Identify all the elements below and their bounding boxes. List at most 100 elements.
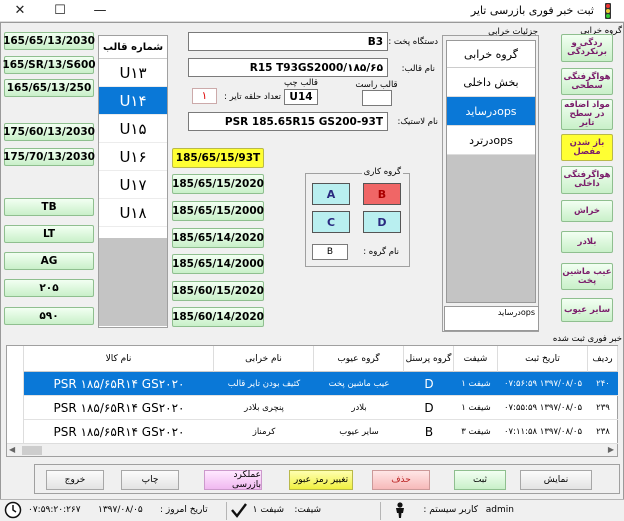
center-size-button[interactable]: 185/60/15/2020 <box>172 281 264 301</box>
size-button[interactable]: 165/SR/13/S600 <box>2 56 96 74</box>
defect-group-button[interactable]: باز شدن مفصل <box>561 134 613 161</box>
column-header[interactable]: نام خرابی <box>214 346 314 372</box>
defect-group-button[interactable]: هواگرفتگی سطحی <box>561 68 613 95</box>
table-cell: کرمناز <box>252 427 276 437</box>
defect-details-title: جزئیات خرابی <box>488 27 538 37</box>
table-row[interactable]: ۲۴۰ ۱۳۹۷/۰۸/۰۵ ۰۷:۵۶:۵۹ شیفت ۱ D عیب ماشین پ… <box>24 372 618 396</box>
scroll-left-icon[interactable]: ◀ <box>9 445 15 454</box>
center-size-button[interactable]: 185/65/14/2000 <box>172 254 264 274</box>
column-header[interactable]: گروه پرسنل <box>404 346 454 372</box>
shift-value: شیفت ۱ <box>252 505 284 515</box>
mold-list-empty-area <box>99 238 167 326</box>
table-cell: ۱۳۹۷/۰۸/۰۵ ۰۷:۵۵:۵۹ <box>503 403 583 413</box>
table-cell: D <box>424 401 434 415</box>
time-value: ۰۷:۵۹:۲۰:۲۶۷ <box>28 505 81 515</box>
exit-button[interactable]: خروج <box>46 470 104 490</box>
center-size-button[interactable]: 185/65/15/2020 <box>172 174 264 194</box>
center-size-button[interactable]: 185/65/15/2000 <box>172 201 264 221</box>
print-button[interactable]: چاپ <box>121 470 179 490</box>
mold-item[interactable]: U۱۴ <box>99 87 167 115</box>
title-bar: ثبت خبر فوری بازرسی تایر ✕ ☐ — <box>0 0 624 22</box>
device-label: دستگاه پخت : <box>388 37 438 47</box>
mold-name-field[interactable]: R15 T93GS2000/۱۸۵/۶۵ <box>188 58 388 77</box>
date-label: تاریخ امروز : <box>160 505 208 515</box>
mold-item[interactable]: U۱۳ <box>99 59 167 87</box>
table-cell: بلادر <box>351 403 367 413</box>
table-row[interactable]: ۲۳۸ ۱۳۹۷/۰۸/۰۵ ۰۷:۱۱:۵۸ شیفت ۳ B سایر عیوب کر… <box>24 420 618 444</box>
table-cell: ۱۳۹۷/۰۸/۰۵ ۰۷:۱۱:۵۸ <box>503 427 583 437</box>
user-icon <box>396 502 404 518</box>
group-button-c[interactable]: C <box>312 211 350 233</box>
right-mold-label: قالب راست <box>355 80 398 90</box>
records-body: ۲۴۰ ۱۳۹۷/۰۸/۰۵ ۰۷:۵۶:۵۹ شیفت ۱ D عیب ماشین پ… <box>24 372 618 444</box>
mold-item[interactable]: U۱۶ <box>99 143 167 171</box>
mold-item[interactable]: U۱۵ <box>99 115 167 143</box>
defect-group-button[interactable]: سایر عیوب <box>561 298 613 322</box>
table-cell: پنچری بلادر <box>244 403 284 413</box>
close-button[interactable]: ✕ <box>0 0 40 22</box>
ring-count-label: تعداد حلقه تایر : <box>224 92 281 102</box>
column-header[interactable]: شیفت <box>454 346 498 372</box>
scroll-thumb[interactable] <box>22 446 42 455</box>
mold-item[interactable]: U۱۷ <box>99 171 167 199</box>
group-button-d[interactable]: D <box>363 211 401 233</box>
right-mold-field[interactable] <box>362 90 392 106</box>
status-bar: کاربر سیستم : admin شیفت: شیفت ۱ تاریخ ا… <box>0 499 624 521</box>
defect-note-field[interactable]: درسایدops <box>444 306 539 331</box>
type-button[interactable]: LT <box>4 225 94 243</box>
defect-group-button[interactable]: عیب ماشین پخت <box>561 263 613 290</box>
work-group-title: گروه کاری <box>361 167 403 177</box>
defect-type-item[interactable]: بخش داخلی <box>447 68 535 97</box>
column-header[interactable]: ردیف <box>588 346 618 372</box>
center-size-button[interactable]: 185/65/15/93T <box>172 148 264 168</box>
column-header[interactable]: تاریخ ثبت <box>498 346 588 372</box>
window-title: ثبت خبر فوری بازرسی تایر <box>470 4 594 17</box>
column-header[interactable]: نام کالا <box>24 346 214 372</box>
column-header[interactable]: گروه عیوب <box>314 346 404 372</box>
type-button[interactable]: AG <box>4 252 94 270</box>
inspector-performance-button[interactable]: عملکرد بازرسی <box>204 470 262 490</box>
show-button[interactable]: نمایش <box>520 470 592 490</box>
date-value: ۱۳۹۷/۰۸/۰۵ <box>98 505 143 515</box>
size-button[interactable]: 175/60/13/2030 <box>3 123 95 141</box>
table-row[interactable]: ۲۳۹ ۱۳۹۷/۰۸/۰۵ ۰۷:۵۵:۵۹ شیفت ۱ D بلادر پنچری … <box>24 396 618 420</box>
defect-group-button[interactable]: هواگرفتگی داخلی <box>561 166 613 194</box>
minimize-button[interactable]: — <box>80 0 120 22</box>
change-password-button[interactable]: تغییر رمز عبور <box>289 470 353 490</box>
save-button[interactable]: ثبت <box>454 470 506 490</box>
defect-type-header: گروه خرابی <box>447 41 535 68</box>
defect-type-item[interactable]: opsدرترد <box>447 126 535 155</box>
user-value: admin <box>485 505 514 515</box>
left-mold-label: قالب چپ <box>284 78 318 88</box>
size-button[interactable]: 165/65/13/250 <box>4 79 94 97</box>
horizontal-scrollbar[interactable]: ◀ ▶ <box>7 443 617 456</box>
defect-group-button[interactable]: خراش <box>561 200 613 222</box>
group-button-b[interactable]: B <box>363 183 401 205</box>
group-button-a[interactable]: A <box>312 183 350 205</box>
maximize-button[interactable]: ☐ <box>40 0 80 22</box>
table-cell: PSR ۱۸۵/۶۵R۱۴ GS۲۰۲۰ <box>53 401 185 415</box>
defect-group-button[interactable]: ردگی و برنکردگی <box>561 34 613 62</box>
defect-type-item[interactable]: opsدرساید <box>447 97 535 126</box>
center-size-button[interactable]: 185/60/14/2020 <box>172 307 264 327</box>
left-mold-field[interactable]: U14 <box>284 89 318 105</box>
ring-count-field[interactable]: ۱ <box>192 88 217 104</box>
type-button[interactable]: ۲۰۵ <box>4 279 94 297</box>
checkmark-icon <box>231 503 247 518</box>
table-cell: کثیف بودن تایر قالب <box>227 379 301 389</box>
size-button[interactable]: 165/65/13/2030 <box>3 32 95 50</box>
table-cell: شیفت ۱ <box>461 403 491 413</box>
scroll-right-icon[interactable]: ▶ <box>608 445 614 454</box>
center-size-button[interactable]: 185/65/14/2020 <box>172 228 264 248</box>
mold-list-header: شماره قالب <box>99 36 167 59</box>
size-button[interactable]: 175/70/13/2030 <box>3 148 95 166</box>
group-name-field[interactable]: B <box>312 244 348 260</box>
device-field[interactable]: B3 <box>188 32 388 51</box>
defect-group-button[interactable]: بلادر <box>561 231 613 253</box>
type-button[interactable]: ۵۹۰ <box>4 307 94 325</box>
delete-button[interactable]: حذف <box>372 470 430 490</box>
type-button[interactable]: TB <box>4 198 94 216</box>
defect-group-button[interactable]: مواد اضافه در سطح تایر <box>561 99 613 130</box>
tire-name-field[interactable]: PSR 185.65R15 GS200-93T <box>188 112 388 131</box>
mold-item[interactable]: U۱۸ <box>99 199 167 227</box>
